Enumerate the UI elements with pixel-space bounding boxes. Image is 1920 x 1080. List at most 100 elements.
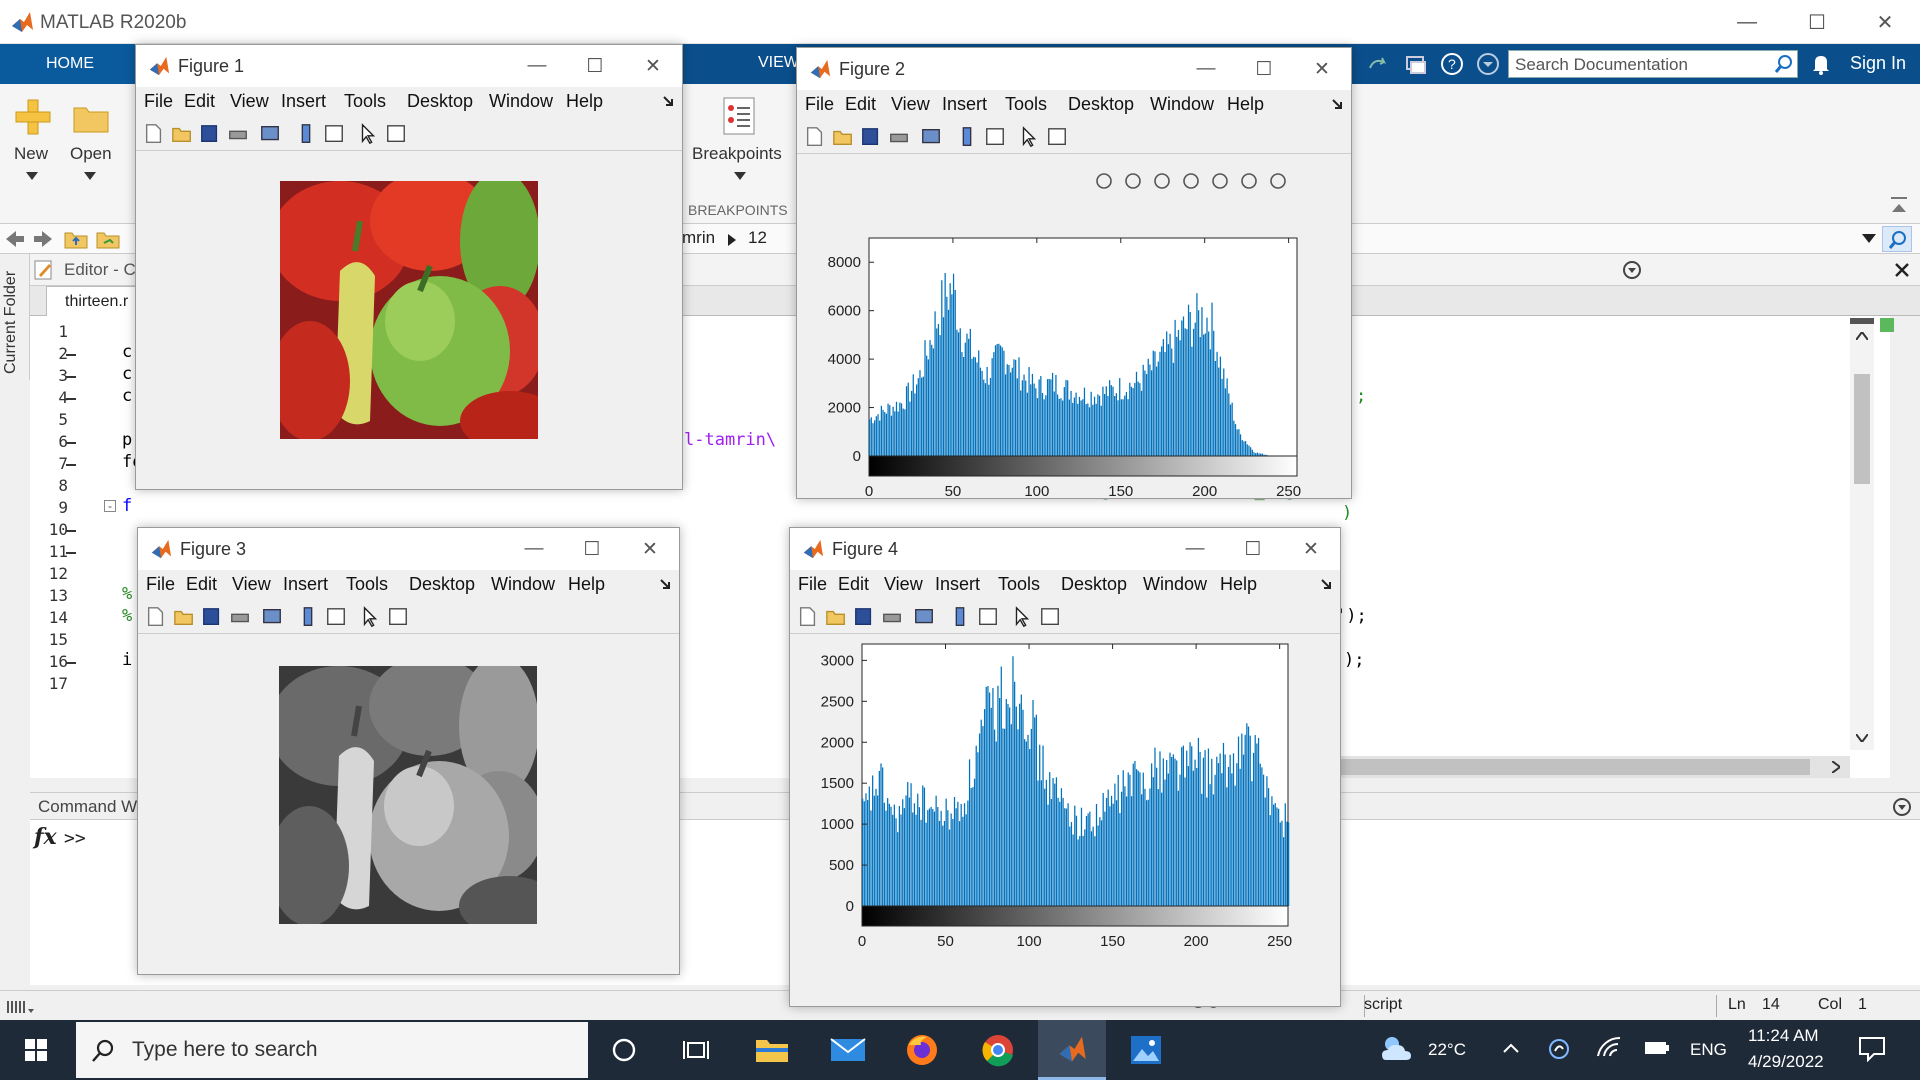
maximize-button[interactable]: ☐	[1782, 0, 1852, 44]
figure-window-4[interactable]: Figure 4 — ☐ ✕ File Edit View Insert Tools De…	[789, 527, 1341, 1007]
collapse-toolstrip-icon[interactable]	[1890, 196, 1908, 216]
editor-horizontal-scrollbar[interactable]	[1340, 756, 1850, 778]
close-button[interactable]: ✕	[1850, 0, 1920, 44]
figure-1-minimize[interactable]: —	[508, 45, 566, 87]
address-segment[interactable]: mrin	[682, 228, 715, 248]
link-plot-icon[interactable]	[919, 126, 943, 148]
minimize-button[interactable]: —	[1712, 0, 1782, 44]
taskbar-search-box[interactable]: Type here to search	[76, 1022, 588, 1078]
clock-time[interactable]: 11:24 AM	[1748, 1026, 1819, 1046]
search-icon[interactable]	[1774, 54, 1794, 74]
property-inspector-icon[interactable]	[1045, 126, 1069, 148]
code-analyzer-status[interactable]	[1880, 318, 1894, 332]
open-button[interactable]: Open	[70, 144, 112, 164]
figure-menu-view[interactable]: View	[230, 91, 269, 112]
figure-menu-desktop[interactable]: Desktop	[1061, 574, 1127, 595]
address-dropdown-icon[interactable]	[1862, 234, 1876, 244]
link-plot-icon[interactable]	[258, 123, 282, 145]
figure-menu-insert[interactable]: Insert	[942, 94, 987, 115]
open-file-icon[interactable]	[170, 123, 194, 145]
save-icon[interactable]	[198, 123, 222, 145]
figure-window-1[interactable]: Figure 1 — ☐ ✕ File Edit View Insert Tools De…	[135, 44, 683, 490]
print-icon[interactable]	[887, 126, 911, 148]
figure-menu-tools[interactable]: Tools	[1005, 94, 1047, 115]
figure-3-close[interactable]: ✕	[621, 528, 679, 570]
save-icon[interactable]	[859, 126, 883, 148]
figure-menu-window[interactable]: Window	[491, 574, 555, 595]
colorbar-icon[interactable]	[294, 123, 318, 145]
open-folder-icon[interactable]	[72, 102, 110, 134]
taskbar-firefox[interactable]	[888, 1020, 956, 1080]
figure-menu-window[interactable]: Window	[1143, 574, 1207, 595]
cortana-button[interactable]	[590, 1020, 658, 1080]
figure-4-close[interactable]: ✕	[1282, 528, 1340, 570]
battery-icon[interactable]	[1644, 1040, 1670, 1056]
editor-vertical-scrollbar[interactable]	[1850, 318, 1874, 750]
figure-menu-desktop[interactable]: Desktop	[1068, 94, 1134, 115]
figure-menu-help[interactable]: Help	[1227, 94, 1264, 115]
notifications-icon[interactable]	[1858, 1036, 1886, 1062]
dock-figure-icon[interactable]	[1331, 98, 1345, 110]
save-icon[interactable]	[200, 606, 224, 628]
edit-plot-arrow-icon[interactable]	[356, 123, 380, 145]
search-folder-button[interactable]	[1882, 226, 1912, 252]
colorbar-icon[interactable]	[296, 606, 320, 628]
figure-menu-edit[interactable]: Edit	[845, 94, 876, 115]
search-documentation-input[interactable]: Search Documentation	[1508, 50, 1798, 78]
figure-menu-file[interactable]: File	[144, 91, 173, 112]
edit-plot-arrow-icon[interactable]	[1017, 126, 1041, 148]
input-language[interactable]: ENG	[1690, 1040, 1727, 1060]
editor-close-icon[interactable]	[1894, 262, 1910, 278]
figure-window-3[interactable]: Figure 3 — ☐ ✕ File Edit View Insert Tools De…	[137, 527, 680, 975]
new-figure-icon[interactable]	[803, 126, 827, 148]
home-view-icon[interactable]	[1267, 170, 1289, 192]
edit-plot-arrow-icon[interactable]	[1010, 606, 1034, 628]
figure-2-maximize[interactable]: ☐	[1235, 48, 1293, 90]
taskbar-mail[interactable]	[814, 1020, 882, 1080]
taskbar-chrome[interactable]	[964, 1020, 1032, 1080]
new-figure-icon[interactable]	[142, 123, 166, 145]
taskbar-matlab[interactable]	[1038, 1020, 1106, 1080]
figure-menu-help[interactable]: Help	[568, 574, 605, 595]
taskbar-file-explorer[interactable]	[738, 1020, 806, 1080]
notification-bell-icon[interactable]	[1810, 53, 1832, 75]
property-inspector-icon[interactable]	[386, 606, 410, 628]
legend-icon[interactable]	[324, 606, 348, 628]
figure-menu-help[interactable]: Help	[1220, 574, 1257, 595]
new-plus-icon[interactable]	[14, 98, 52, 136]
current-folder-panel-tab[interactable]: Current Folder	[0, 254, 30, 380]
zoom-out-icon[interactable]	[1238, 170, 1260, 192]
print-icon[interactable]	[226, 123, 250, 145]
figure-menu-edit[interactable]: Edit	[186, 574, 217, 595]
figure-1-maximize[interactable]: ☐	[566, 45, 624, 87]
figure-menu-window[interactable]: Window	[1150, 94, 1214, 115]
figure-window-2[interactable]: Figure 2 — ☐ ✕ File Edit View Insert Tools De…	[796, 47, 1352, 500]
tab-view[interactable]: VIEW	[758, 54, 799, 72]
print-icon[interactable]	[880, 606, 904, 628]
command-options-icon[interactable]	[1892, 797, 1912, 817]
scroll-down-icon[interactable]	[1856, 734, 1868, 742]
forward-arrow-icon[interactable]	[32, 230, 54, 248]
figure-menu-window[interactable]: Window	[489, 91, 553, 112]
link-plot-icon[interactable]	[912, 606, 936, 628]
onedrive-sync-icon[interactable]	[1548, 1038, 1570, 1060]
open-dropdown-icon[interactable]	[84, 172, 96, 180]
save-icon[interactable]	[852, 606, 876, 628]
wifi-icon[interactable]	[1596, 1036, 1622, 1060]
figure-menu-tools[interactable]: Tools	[998, 574, 1040, 595]
scroll-up-icon[interactable]	[1856, 332, 1868, 340]
browse-folder-icon[interactable]	[96, 228, 120, 250]
figure-menu-tools[interactable]: Tools	[346, 574, 388, 595]
figure-4-maximize[interactable]: ☐	[1224, 528, 1282, 570]
figure-2-close[interactable]: ✕	[1293, 48, 1351, 90]
property-inspector-icon[interactable]	[384, 123, 408, 145]
back-arrow-icon[interactable]	[4, 230, 26, 248]
figure-2-titlebar[interactable]: Figure 2 — ☐ ✕	[797, 48, 1351, 90]
colorbar-icon[interactable]	[948, 606, 972, 628]
horizontal-scroll-thumb[interactable]	[1340, 759, 1810, 775]
code-fold-toggle[interactable]: -	[104, 500, 116, 512]
print-icon[interactable]	[228, 606, 252, 628]
dock-figure-icon[interactable]	[659, 578, 673, 590]
new-figure-icon[interactable]	[796, 606, 820, 628]
taskbar-photos[interactable]	[1112, 1020, 1180, 1080]
